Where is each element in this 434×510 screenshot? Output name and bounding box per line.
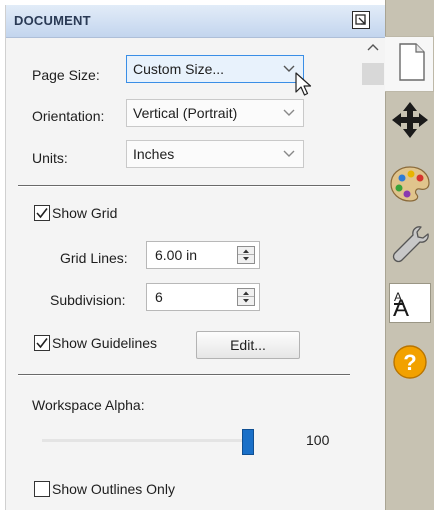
show-grid-label: Show Grid [52,205,118,221]
scrollbar-thumb[interactable] [362,63,384,85]
grid-lines-label: Grid Lines: [60,250,128,266]
workspace-alpha-value: 100 [306,432,330,448]
mouse-pointer-icon [295,72,312,96]
help-icon[interactable]: ? [390,342,430,382]
workspace-alpha-slider-thumb[interactable] [242,429,254,455]
workspace-alpha-label: Workspace Alpha: [32,397,145,413]
page-size-dropdown[interactable]: Custom Size... [126,55,304,83]
show-outlines-only-checkbox[interactable] [34,481,50,497]
units-value: Inches [133,146,175,162]
show-guidelines-checkbox[interactable] [34,335,50,351]
spin-down-icon[interactable] [238,255,254,263]
edit-button-label: Edit... [230,337,266,353]
divider [18,185,350,187]
grid-lines-value: 6.00 in [155,247,198,263]
subdivision-spin-buttons[interactable] [237,288,255,306]
palette-icon[interactable] [389,165,431,203]
workspace-alpha-slider-track[interactable] [42,439,244,442]
edit-guidelines-button[interactable]: Edit... [196,331,300,359]
units-dropdown[interactable]: Inches [126,140,304,168]
expand-panel-button[interactable] [352,11,370,29]
subdivision-value: 6 [155,289,163,305]
subdivision-stepper[interactable]: 6 [146,283,260,311]
expand-icon [355,14,366,25]
text-size-large-a: A [393,295,409,322]
orientation-value: Vertical (Portrait) [133,105,238,121]
move-arrows-icon[interactable] [390,100,430,140]
chevron-down-icon [283,150,295,157]
scroll-up-icon[interactable] [367,43,379,51]
show-guidelines-label: Show Guidelines [52,335,158,351]
document-panel: DOCUMENT Page Size: Custom Size... Orien… [5,5,386,510]
help-icon-glyph: ? [403,350,416,375]
wrench-icon[interactable] [390,224,430,264]
document-icon[interactable] [397,42,427,82]
chevron-down-icon [283,65,295,72]
spin-up-icon[interactable] [238,289,254,297]
subdivision-label: Subdivision: [50,292,126,308]
show-grid-checkbox[interactable] [34,205,50,221]
text-size-icon[interactable]: A A [389,283,431,323]
checkmark-icon [36,208,48,219]
show-outlines-only-label: Show Outlines Only [52,481,175,497]
grid-lines-stepper[interactable]: 6.00 in [146,241,260,269]
page-size-value: Custom Size... [133,61,225,77]
orientation-dropdown[interactable]: Vertical (Portrait) [126,99,304,127]
chevron-down-icon [283,109,295,116]
units-label: Units: [32,150,68,166]
panel-title: DOCUMENT [14,13,91,28]
page-size-label: Page Size: [32,67,100,83]
spin-down-icon[interactable] [238,297,254,305]
orientation-label: Orientation: [32,108,105,124]
spin-up-icon[interactable] [238,247,254,255]
divider [18,374,350,376]
panel-header: DOCUMENT [6,5,386,38]
grid-lines-spin-buttons[interactable] [237,246,255,264]
checkmark-icon [36,338,48,349]
